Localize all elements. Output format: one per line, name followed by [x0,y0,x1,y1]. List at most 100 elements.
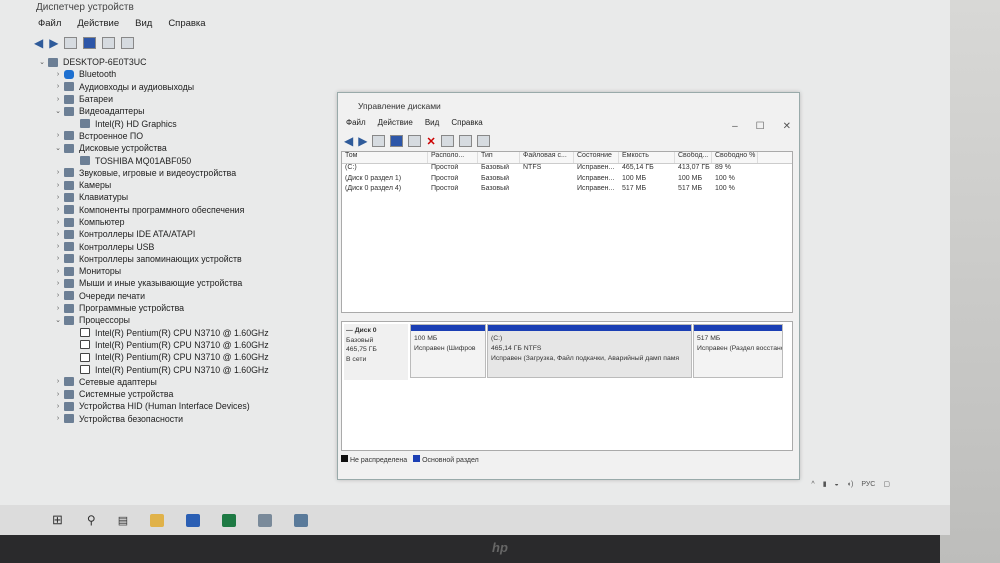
tree-node[interactable]: › Аудиовходы и аудиовыходы [36,81,336,93]
partition-4[interactable]: 517 МБ Исправен (Раздел восстано [693,324,783,378]
windows-start-icon[interactable]: ⊞ [52,512,63,528]
tree-node[interactable]: › Программные устройства [36,302,336,314]
chevron-right-icon[interactable]: › [52,83,64,90]
forward-icon[interactable]: ▶ [358,134,367,148]
chevron-right-icon[interactable]: › [52,71,64,78]
chevron-down-icon[interactable]: ⌄ [36,58,48,66]
excel-icon[interactable] [222,513,237,527]
device-manager-taskbar-icon[interactable] [258,513,273,527]
delete-icon[interactable]: ✕ [426,135,435,148]
tree-node[interactable]: › Контроллеры USB [36,240,336,252]
back-icon[interactable]: ◀ [344,134,353,148]
column-header[interactable]: Файловая с... [520,152,574,163]
chevron-right-icon[interactable]: › [52,292,64,299]
language-indicator[interactable]: РУС [861,481,875,488]
table-row[interactable]: (Диск 0 раздел 4) Простой Базовый Исправен.… [342,185,792,196]
tree-node[interactable]: Intel(R) Pentium(R) CPU N3710 @ 1.60GHz [36,339,336,351]
column-header[interactable]: Емкость [619,152,675,163]
chevron-right-icon[interactable]: › [52,268,64,275]
tree-node[interactable]: › Очереди печати [36,290,336,302]
disk-0-label[interactable]: — Диск 0 Базовый 465,75 ГБ В сети [344,324,408,380]
chevron-right-icon[interactable]: › [52,219,64,226]
tree-node[interactable]: Intel(R) Pentium(R) CPU N3710 @ 1.60GHz [36,351,336,363]
chevron-down-icon[interactable]: ⌄ [52,144,64,152]
network-icon[interactable]: ◒ [835,481,839,488]
table-row[interactable]: (C:) Простой Базовый NTFS Исправен... 465,14 … [342,164,792,175]
column-header[interactable]: Том [342,152,428,163]
chevron-right-icon[interactable]: › [52,280,64,287]
tree-node[interactable]: › Контроллеры запоминающих устройств [36,253,336,265]
tree-node[interactable]: › Компьютер [36,216,336,228]
list-icon[interactable] [372,135,386,147]
menu-view[interactable]: Вид [425,118,439,127]
menu-help[interactable]: Справка [168,18,205,29]
search-icon[interactable]: ⚲ [87,513,96,527]
chevron-right-icon[interactable]: › [52,403,64,410]
tree-node[interactable]: TOSHIBA MQ01ABF050 [36,154,336,166]
tree-node[interactable]: Intel(R) Pentium(R) CPU N3710 @ 1.60GHz [36,327,336,339]
column-header[interactable]: Тип [478,152,520,163]
tree-node[interactable]: › Контроллеры IDE ATA/ATAPI [36,228,336,240]
tree-node[interactable]: ⌄ Дисковые устройства [36,142,336,154]
volume-icon[interactable]: ◖) [847,481,854,488]
chevron-right-icon[interactable]: › [52,378,64,385]
tree-node[interactable]: › Компоненты программного обеспечения [36,204,336,216]
chevron-down-icon[interactable]: ⌄ [52,107,64,115]
chevron-right-icon[interactable]: › [52,243,64,250]
tree-node[interactable]: Intel(R) HD Graphics [36,117,336,129]
chevron-right-icon[interactable]: › [52,132,64,139]
menu-file[interactable]: Файл [346,118,366,127]
properties-icon[interactable] [64,37,78,49]
tree-node[interactable]: › Звуковые, игровые и видеоустройства [36,167,336,179]
check-icon[interactable] [440,135,454,147]
column-header[interactable]: Свободно % [712,152,758,163]
chevron-right-icon[interactable]: › [52,169,64,176]
battery-icon[interactable]: ▮ [823,480,827,488]
chevron-right-icon[interactable]: › [52,194,64,201]
chevron-right-icon[interactable]: › [52,231,64,238]
tree-node[interactable]: ⌄ Видеоадаптеры [36,105,336,117]
column-header[interactable]: Свобод... [675,152,712,163]
disk-management-taskbar-icon[interactable] [294,513,309,527]
menu-view[interactable]: Вид [135,18,152,29]
tree-node[interactable]: › Клавиатуры [36,191,336,203]
menu-file[interactable]: Файл [38,18,61,29]
close-button[interactable]: ✕ [783,121,791,132]
notifications-icon[interactable]: ▢ [883,480,890,488]
chevron-right-icon[interactable]: › [52,255,64,262]
tree-node[interactable]: › Батареи [36,93,336,105]
tree-node[interactable]: › Мониторы [36,265,336,277]
tree-node[interactable]: › Устройства безопасности [36,413,336,425]
table-row[interactable]: (Диск 0 раздел 1) Простой Базовый Исправен.… [342,175,792,186]
chevron-right-icon[interactable]: › [52,391,64,398]
chevron-right-icon[interactable]: › [52,415,64,422]
back-icon[interactable]: ◀ [34,36,43,50]
tree-node[interactable]: ⌄ DESKTOP-6E0T3UC [36,56,336,68]
tree-node[interactable]: › Мыши и иные указывающие устройства [36,277,336,289]
chevron-right-icon[interactable]: › [52,96,64,103]
properties-icon[interactable] [408,135,422,147]
maximize-button[interactable]: ☐ [756,121,765,132]
partition-c[interactable]: (C:) 465,14 ГБ NTFS Исправен (Загрузка, Фа… [487,324,692,378]
help-icon[interactable] [390,135,404,147]
chevron-up-icon[interactable]: ^ [811,481,814,488]
menu-help[interactable]: Справка [451,118,482,127]
tree-node[interactable]: › Сетевые адаптеры [36,376,336,388]
chevron-down-icon[interactable]: ⌄ [52,316,64,324]
forward-icon[interactable]: ▶ [49,36,58,50]
tree-node[interactable]: › Встроенное ПО [36,130,336,142]
partition-1[interactable]: 100 МБ Исправен (Шифров [410,324,486,378]
menu-action[interactable]: Действие [77,18,119,29]
help-icon[interactable] [83,37,97,49]
tree-node[interactable]: ⌄ Процессоры [36,314,336,326]
tree-node[interactable]: › Устройства HID (Human Interface Devices… [36,400,336,412]
search-icon[interactable] [458,135,472,147]
tree-node[interactable]: › Системные устройства [36,388,336,400]
tree-node[interactable]: Intel(R) Pentium(R) CPU N3710 @ 1.60GHz [36,363,336,375]
column-header[interactable]: Располо... [428,152,478,163]
column-header[interactable]: Состояние [574,152,619,163]
minimize-button[interactable]: – [732,121,738,132]
task-view-icon[interactable]: ▤ [118,514,128,527]
menu-action[interactable]: Действие [378,118,413,127]
monitor-icon[interactable] [121,37,135,49]
